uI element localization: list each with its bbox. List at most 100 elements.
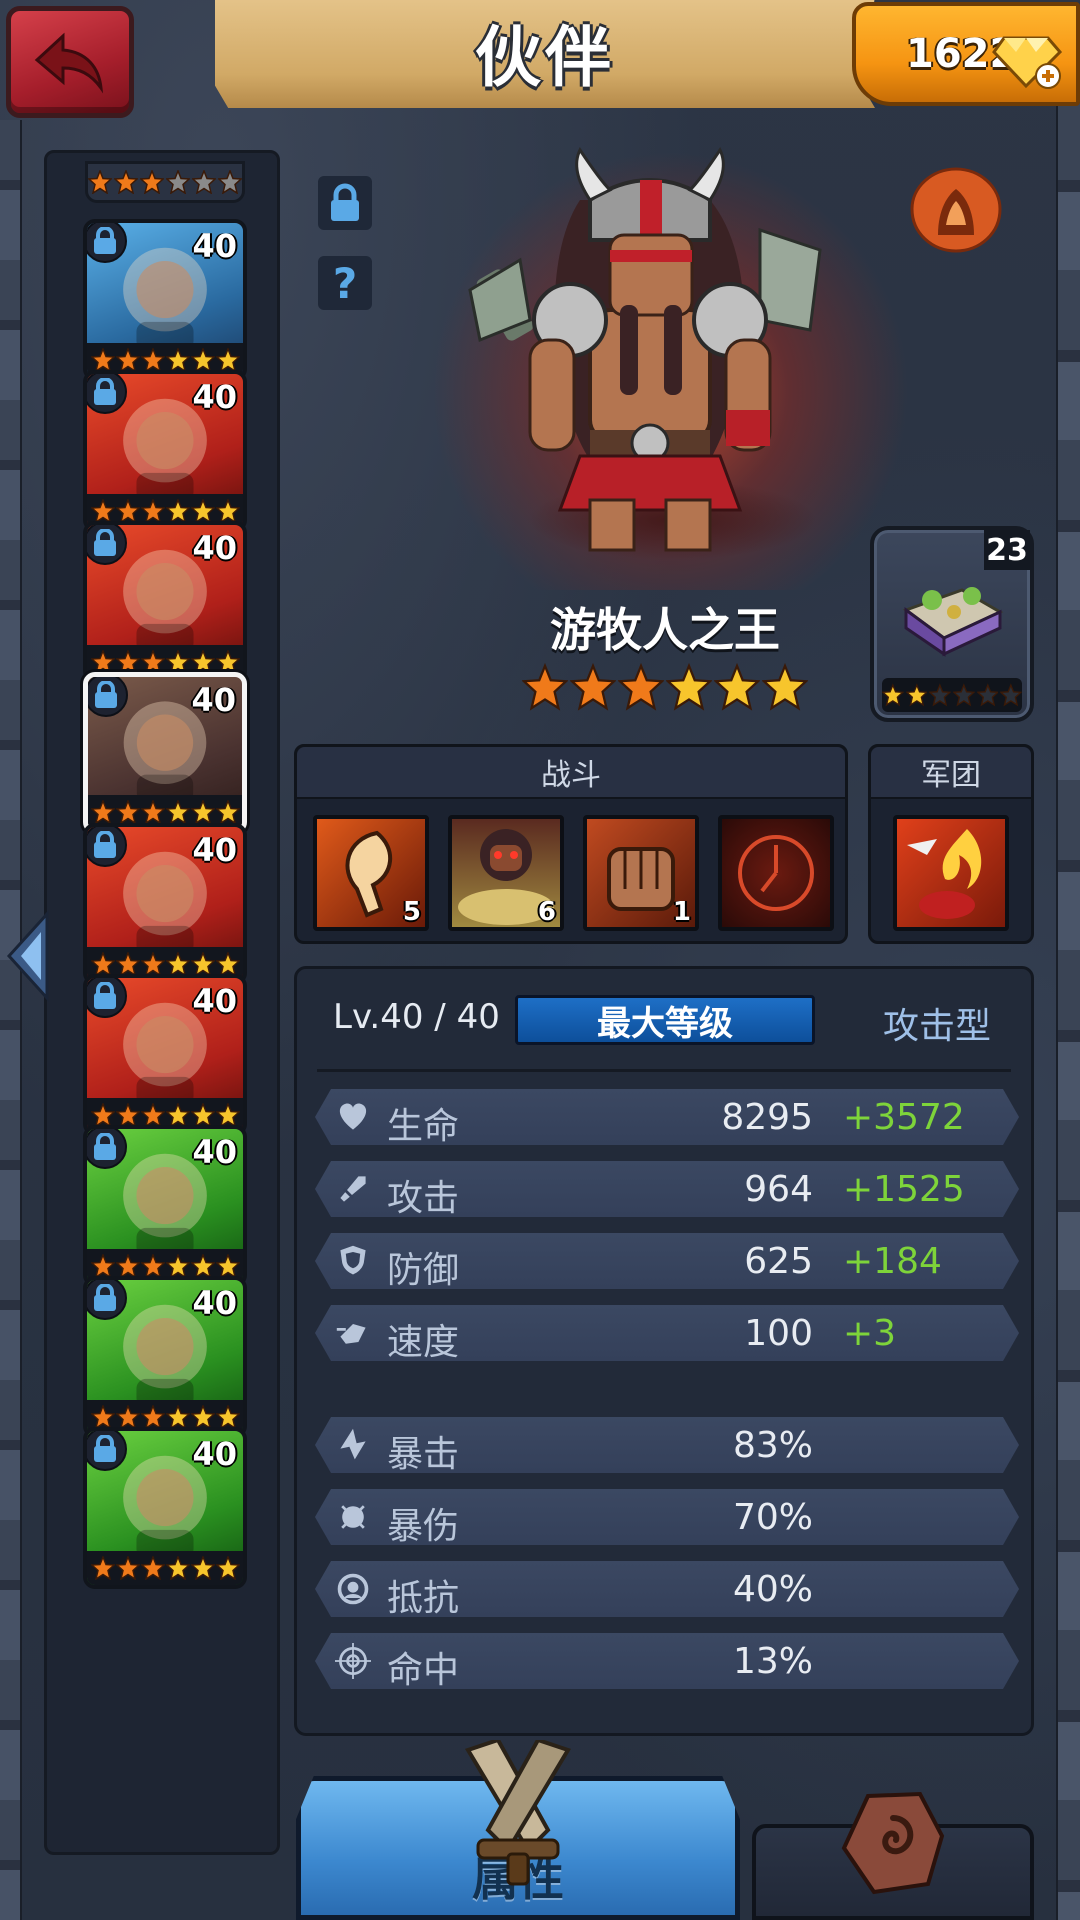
lock-icon bbox=[87, 978, 127, 1018]
star-icon bbox=[90, 1254, 115, 1278]
star-icon bbox=[666, 662, 712, 711]
star-icon bbox=[165, 650, 190, 674]
roster-hero-card[interactable]: 40 bbox=[83, 974, 247, 1136]
spellbook-icon bbox=[902, 587, 1004, 657]
help-button[interactable]: ? bbox=[318, 256, 372, 310]
back-button[interactable] bbox=[6, 6, 134, 118]
star-icon bbox=[190, 800, 215, 824]
star-icon bbox=[165, 1405, 190, 1429]
skill-level: 6 bbox=[537, 897, 556, 927]
star-icon bbox=[115, 800, 140, 824]
hero-level: 40 bbox=[192, 982, 237, 1020]
stat-name: 速度 bbox=[387, 1322, 460, 1363]
hero-level: 40 bbox=[192, 831, 237, 869]
star-icon bbox=[90, 952, 115, 976]
star-icon bbox=[881, 683, 904, 707]
stat-row: 速度 100 +3 bbox=[315, 1305, 1019, 1361]
star-icon bbox=[190, 1405, 215, 1429]
star-icon bbox=[215, 650, 240, 674]
stat-value: 625 bbox=[744, 1241, 813, 1282]
stat-bonus: +3572 bbox=[843, 1097, 965, 1138]
lock-icon bbox=[87, 1280, 127, 1320]
scroll-left-arrow[interactable] bbox=[0, 908, 56, 1004]
star-icon bbox=[90, 1556, 115, 1580]
star-icon bbox=[140, 1556, 165, 1580]
rune-stone-icon[interactable] bbox=[838, 1788, 948, 1898]
roster-hero-card[interactable]: 40 bbox=[83, 672, 247, 834]
stat-bonus: +1525 bbox=[843, 1169, 965, 1210]
frame-left bbox=[0, 120, 22, 1920]
hero-portrait[interactable] bbox=[460, 140, 840, 560]
stats-panel: Lv.40 / 40 最大等级 攻击型 生命 8295 +3572 攻击 964 +152… bbox=[294, 966, 1034, 1736]
star-icon bbox=[905, 683, 928, 707]
equipment-slot[interactable]: 23 bbox=[870, 526, 1034, 722]
gem-counter[interactable]: 16223 bbox=[852, 2, 1080, 106]
legion-skill[interactable] bbox=[893, 815, 1009, 931]
resist-icon bbox=[333, 1571, 373, 1607]
star-icon bbox=[190, 1254, 215, 1278]
legion-header: 军团 bbox=[871, 747, 1031, 799]
star-icon bbox=[115, 1405, 140, 1429]
speed-icon bbox=[333, 1315, 373, 1351]
star-icon bbox=[215, 952, 240, 976]
gem-plus-icon bbox=[992, 36, 1062, 89]
padlock-icon bbox=[331, 183, 359, 221]
hero-level: 40 bbox=[192, 1284, 237, 1322]
star-icon bbox=[140, 1405, 165, 1429]
hero-level: 40 bbox=[192, 1133, 237, 1171]
lock-icon bbox=[87, 1431, 127, 1471]
star-icon bbox=[190, 1103, 215, 1127]
star-icon bbox=[165, 348, 190, 372]
roster-hero-card[interactable]: 40 bbox=[83, 370, 247, 532]
hero-star-rating bbox=[522, 662, 808, 722]
star-icon bbox=[976, 683, 999, 707]
equipment-stars bbox=[881, 678, 1023, 712]
hero-level: 40 bbox=[192, 227, 237, 265]
roster-hero-card[interactable]: 40 bbox=[83, 1276, 247, 1438]
star-icon bbox=[90, 1103, 115, 1127]
stat-value: 964 bbox=[744, 1169, 813, 1210]
star-icon bbox=[90, 650, 115, 674]
roster-hero-card[interactable]: 40 bbox=[83, 1125, 247, 1287]
heart-icon bbox=[333, 1099, 373, 1135]
star-icon bbox=[215, 499, 240, 523]
stat-name: 命中 bbox=[387, 1650, 460, 1691]
attacker-class-icon bbox=[910, 167, 1002, 253]
roster-hero-card[interactable]: 40 bbox=[83, 1427, 247, 1589]
star-icon bbox=[140, 1103, 165, 1127]
skill-rage[interactable]: 6 bbox=[448, 815, 564, 931]
stat-bonus: +3 bbox=[843, 1313, 897, 1354]
star-icon bbox=[90, 499, 115, 523]
lock-button[interactable] bbox=[318, 176, 372, 230]
roster-hero-card[interactable]: 40 bbox=[83, 219, 247, 381]
lock-icon bbox=[87, 223, 127, 263]
star-icon bbox=[140, 1254, 165, 1278]
stat-row: 攻击 964 +1525 bbox=[315, 1161, 1019, 1217]
stat-value: 70% bbox=[732, 1497, 813, 1538]
star-icon bbox=[190, 1556, 215, 1580]
roster-hero-card[interactable]: 40 bbox=[83, 521, 247, 683]
lock-icon bbox=[87, 374, 127, 414]
shield-icon bbox=[333, 1243, 373, 1279]
hero-level: 40 bbox=[192, 1435, 237, 1473]
skill-locked[interactable] bbox=[718, 815, 834, 931]
skill-fist[interactable]: 1 bbox=[583, 815, 699, 931]
star-icon bbox=[90, 1405, 115, 1429]
star-icon bbox=[115, 1556, 140, 1580]
hero-level: 40 bbox=[192, 378, 237, 416]
star-icon bbox=[165, 952, 190, 976]
roster-hero-card[interactable]: 40 bbox=[83, 823, 247, 985]
star-icon bbox=[215, 348, 240, 372]
lock-icon bbox=[87, 1129, 127, 1169]
clock-skill-icon bbox=[738, 835, 814, 911]
skill-axe[interactable]: 5 bbox=[313, 815, 429, 931]
divider bbox=[317, 1069, 1011, 1072]
star-icon bbox=[165, 1556, 190, 1580]
stat-row: 生命 8295 +3572 bbox=[315, 1089, 1019, 1145]
frame-right bbox=[1056, 100, 1080, 1920]
crit-damage-icon bbox=[333, 1499, 373, 1535]
star-icon bbox=[140, 650, 165, 674]
stat-value: 13% bbox=[732, 1641, 813, 1682]
hero-roster-list[interactable]: 40 40 40 40 40 40 40 40 40 bbox=[44, 150, 280, 1855]
star-icon bbox=[115, 650, 140, 674]
